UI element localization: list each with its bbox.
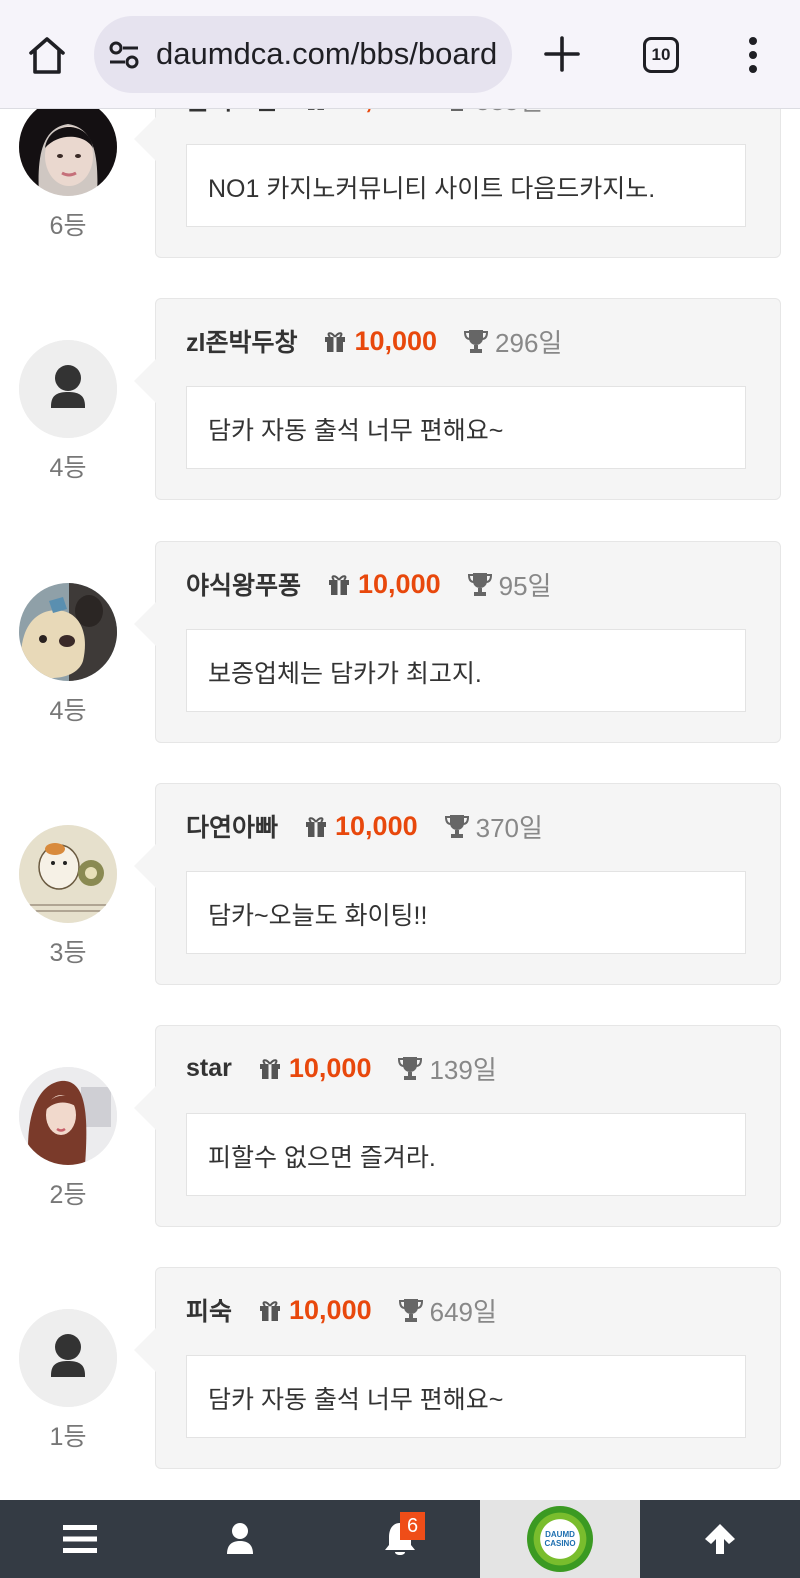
days: 296일 xyxy=(495,327,563,358)
nickname[interactable]: 피숙 xyxy=(186,1292,232,1328)
default-person-icon xyxy=(19,340,117,438)
comment-meta: zl존박두창 10,000 296일 xyxy=(186,323,562,359)
trophy-icon xyxy=(467,573,492,596)
browser-toolbar: daumdca.com/bbs/board 10 xyxy=(0,0,800,109)
user-icon xyxy=(227,1523,253,1554)
default-person-icon xyxy=(19,1309,117,1407)
points: 10,000 xyxy=(335,810,418,841)
comment-bubble: 야식왕푸퐁 10,000 95일 보증업체는 담카가 최고지. xyxy=(134,541,781,743)
comment-item: 야식왕푸퐁 10,000 95일 보증업체는 담카가 최고지. 4등 xyxy=(0,541,800,803)
rank: 2등 xyxy=(49,1181,87,1209)
gift-icon xyxy=(325,332,346,352)
more-menu-icon[interactable] xyxy=(740,36,766,74)
comment-item: 다연아빠 10,000 370일 담카~오늘도 화이팅!! 3등 xyxy=(0,783,800,1045)
user-button[interactable] xyxy=(160,1500,320,1578)
avatar[interactable] xyxy=(19,340,117,438)
avatar[interactable] xyxy=(19,1309,117,1407)
message-text: 담카~오늘도 화이팅!! xyxy=(208,902,428,930)
arrow-up-icon xyxy=(705,1524,735,1554)
message-text: 담카 자동 출석 너무 편해요~ xyxy=(208,1386,504,1414)
trophy-icon xyxy=(398,1057,423,1080)
gift-icon xyxy=(329,575,350,595)
notification-badge: 6 xyxy=(400,1512,425,1540)
comment-bubble: 피숙 10,000 649일 담카 자동 출석 너무 편해요~ xyxy=(134,1267,781,1469)
comment-meta: 다연아빠 10,000 370일 xyxy=(186,808,543,844)
comment-meta: 야식왕푸퐁 10,000 95일 xyxy=(186,566,551,602)
comment-item: 피숙 10,000 649일 담카 자동 출석 너무 편해요~ 1등 xyxy=(0,1267,800,1529)
new-tab-icon[interactable] xyxy=(542,34,582,74)
message-text: 보증업체는 담카가 최고지. xyxy=(208,660,482,688)
logo-text: DAUMD CASINO xyxy=(544,1530,575,1548)
gift-icon xyxy=(306,817,327,837)
avatar-photo xyxy=(19,583,117,681)
comment-bubble: zl존박두창 10,000 296일 담카 자동 출석 너무 편해요~ xyxy=(134,298,781,500)
url-text[interactable]: daumdca.com/bbs/board xyxy=(156,36,497,72)
days: 370일 xyxy=(475,812,543,843)
rank: 6등 xyxy=(49,212,87,240)
site-settings-icon[interactable] xyxy=(108,40,140,70)
message-box: 보증업체는 담카가 최고지. xyxy=(186,629,746,712)
trophy-icon xyxy=(464,330,489,353)
avatar[interactable] xyxy=(19,583,117,681)
avatar[interactable] xyxy=(19,825,117,923)
points: 10,000 xyxy=(289,1294,372,1325)
avatar-photo xyxy=(19,98,117,196)
notification-button[interactable]: 6 xyxy=(320,1500,480,1578)
comment-meta: 피숙 10,000 649일 xyxy=(186,1292,497,1328)
menu-icon xyxy=(63,1525,97,1553)
rank: 4등 xyxy=(49,697,87,725)
bottom-nav: 6 DAUMD CASINO xyxy=(0,1500,800,1578)
rank: 4등 xyxy=(49,454,87,482)
comment-item: zl존박두창 10,000 296일 담카 자동 출석 너무 편해요~ 4등 xyxy=(0,298,800,560)
menu-button[interactable] xyxy=(0,1500,160,1578)
points: 10,000 xyxy=(354,325,438,356)
points: 10,000 xyxy=(358,568,441,599)
message-box: NO1 카지노커뮤니티 사이트 다음드카지노. xyxy=(186,144,746,227)
message-text: NO1 카지노커뮤니티 사이트 다음드카지노. xyxy=(208,175,656,203)
avatar-drawing xyxy=(19,825,117,923)
days: 649일 xyxy=(429,1296,497,1327)
rank: 3등 xyxy=(49,939,87,967)
page: { "browser": { "url": "daumdca.com/bbs/b… xyxy=(0,0,800,1578)
rank: 1등 xyxy=(49,1423,87,1451)
scroll-top-button[interactable] xyxy=(640,1500,800,1578)
daumd-casino-logo: DAUMD CASINO xyxy=(527,1506,593,1572)
avatar-photo xyxy=(19,1067,117,1165)
trophy-icon xyxy=(398,1299,423,1322)
home-logo-button[interactable]: DAUMD CASINO xyxy=(480,1500,640,1578)
home-icon[interactable] xyxy=(24,32,70,78)
message-box: 피할수 없으면 즐겨라. xyxy=(186,1113,746,1196)
gift-icon xyxy=(260,1301,281,1321)
avatar[interactable] xyxy=(19,98,117,196)
logo-text-line-1: DAUMD xyxy=(545,1530,575,1539)
days: 139일 xyxy=(429,1054,497,1085)
nickname[interactable]: 다연아빠 xyxy=(186,808,278,844)
message-box: 담카~오늘도 화이팅!! xyxy=(186,871,746,954)
trophy-icon xyxy=(444,815,469,838)
tab-count: 10 xyxy=(651,45,671,64)
address-bar[interactable]: daumdca.com/bbs/board xyxy=(94,16,512,93)
comment-bubble: star 10,000 139일 피할수 없으면 즐겨라. xyxy=(134,1025,781,1227)
gift-icon xyxy=(259,1059,280,1079)
tabs-icon[interactable]: 10 xyxy=(643,37,679,73)
message-box: 담카 자동 출석 너무 편해요~ xyxy=(186,1355,746,1438)
nickname[interactable]: star xyxy=(186,1054,232,1083)
nickname[interactable]: zl존박두창 xyxy=(186,323,297,359)
message-box: 담카 자동 출석 너무 편해요~ xyxy=(186,386,746,469)
comment-meta: star 10,000 139일 xyxy=(186,1050,497,1086)
points: 10,000 xyxy=(288,1052,372,1083)
message-text: 피할수 없으면 즐겨라. xyxy=(208,1144,436,1172)
comment-item: star 10,000 139일 피할수 없으면 즐겨라. 2등 xyxy=(0,1025,800,1287)
message-text: 담카 자동 출석 너무 편해요~ xyxy=(208,417,504,445)
logo-text-line-2: CASINO xyxy=(544,1539,576,1548)
comment-item: 블랙스완 10,000 585일 NO1 카지노커뮤니티 사이트 다음드카지노.… xyxy=(0,56,800,318)
days: 95일 xyxy=(498,570,552,601)
avatar[interactable] xyxy=(19,1067,117,1165)
nickname[interactable]: 야식왕푸퐁 xyxy=(186,566,301,602)
comment-bubble: 다연아빠 10,000 370일 담카~오늘도 화이팅!! xyxy=(134,783,781,985)
